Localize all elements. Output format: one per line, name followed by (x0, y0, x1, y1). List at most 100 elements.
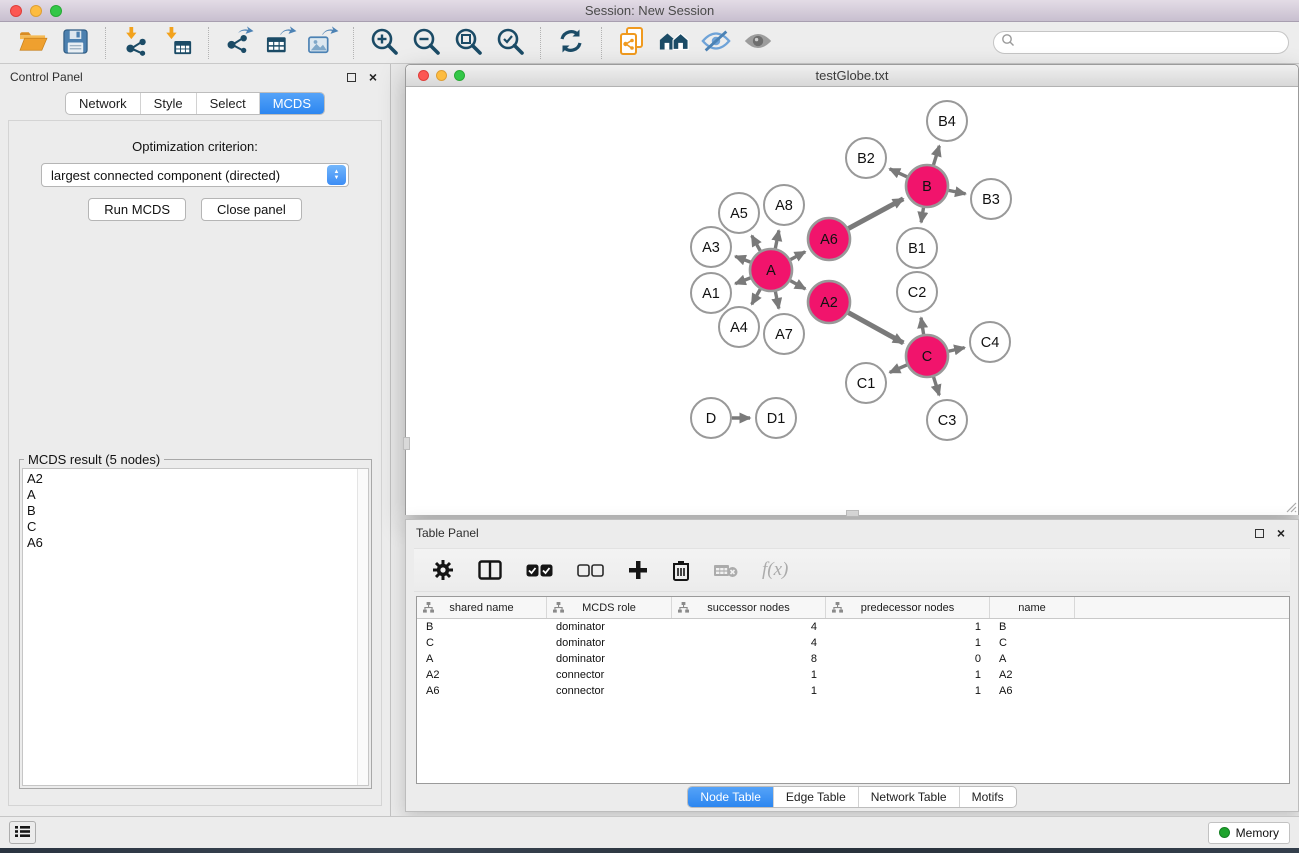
result-item[interactable]: A2 (27, 471, 368, 487)
refresh-layout-button[interactable] (550, 24, 592, 62)
edge-A-A5[interactable] (752, 236, 761, 251)
result-item[interactable]: A (27, 487, 368, 503)
add-column-icon[interactable] (628, 560, 648, 580)
mcds-result-list[interactable]: A2ABCA6 (22, 468, 369, 786)
table-row[interactable]: Cdominator41C (417, 635, 1289, 651)
node-C2[interactable]: C2 (897, 272, 937, 312)
import-table-button[interactable] (157, 24, 199, 62)
column-header-shared-name[interactable]: shared name (417, 597, 547, 618)
resize-handle-icon[interactable] (1283, 499, 1297, 513)
edge-A2-C[interactable] (848, 313, 903, 343)
close-panel-icon[interactable]: × (366, 70, 380, 84)
edge-A-A6[interactable] (790, 252, 805, 260)
tab-style[interactable]: Style (141, 93, 197, 114)
run-mcds-button[interactable]: Run MCDS (88, 198, 186, 221)
node-B4[interactable]: B4 (927, 101, 967, 141)
deselect-all-icon[interactable] (577, 564, 604, 577)
node-A7[interactable]: A7 (764, 314, 804, 354)
settings-gear-icon[interactable] (432, 559, 454, 581)
minimize-network-icon[interactable] (436, 70, 447, 81)
float-table-panel-icon[interactable] (1252, 526, 1266, 540)
edge-C-C3[interactable] (934, 377, 940, 395)
edge-B-B1[interactable] (921, 208, 923, 223)
close-table-panel-icon[interactable]: × (1274, 526, 1288, 540)
table-row[interactable]: A2connector11A2 (417, 667, 1289, 683)
edge-A-A1[interactable] (735, 278, 750, 284)
export-network-button[interactable] (218, 24, 260, 62)
edge-A-A7[interactable] (775, 292, 778, 309)
node-B[interactable]: B (906, 165, 948, 207)
node-A[interactable]: A (750, 249, 792, 291)
tab-select[interactable]: Select (197, 93, 260, 114)
network-graph[interactable]: B4B2BB3A5A8A6B1A3AA1C2A2A4A7C4CC1C3DD1 (406, 88, 1298, 515)
close-network-icon[interactable] (418, 70, 429, 81)
minimize-window-icon[interactable] (30, 5, 42, 17)
column-header-name[interactable]: name (990, 597, 1075, 618)
tab-network[interactable]: Network (66, 93, 141, 114)
search-box[interactable] (993, 31, 1289, 54)
node-D1[interactable]: D1 (756, 398, 796, 438)
node-C3[interactable]: C3 (927, 400, 967, 440)
node-table[interactable]: shared nameMCDS rolesuccessor nodesprede… (416, 596, 1290, 784)
delete-column-icon[interactable] (672, 560, 690, 581)
zoom-in-button[interactable] (363, 24, 405, 62)
node-A5[interactable]: A5 (719, 193, 759, 233)
task-history-button[interactable] (9, 821, 36, 844)
birdseye-mark-left[interactable] (403, 437, 410, 450)
edge-A-A8[interactable] (775, 230, 779, 248)
float-panel-icon[interactable] (344, 70, 358, 84)
edge-B-B4[interactable] (933, 146, 939, 165)
zoom-network-icon[interactable] (454, 70, 465, 81)
memory-button[interactable]: Memory (1208, 822, 1290, 844)
node-C4[interactable]: C4 (970, 322, 1010, 362)
home-network-button[interactable] (653, 24, 695, 62)
select-all-icon[interactable] (526, 564, 553, 577)
result-item[interactable]: C (27, 519, 368, 535)
close-panel-button[interactable]: Close panel (201, 198, 302, 221)
search-input[interactable] (1015, 36, 1281, 50)
node-A2[interactable]: A2 (808, 281, 850, 323)
node-A1[interactable]: A1 (691, 273, 731, 313)
zoom-window-icon[interactable] (50, 5, 62, 17)
node-C[interactable]: C (906, 335, 948, 377)
node-A8[interactable]: A8 (764, 185, 804, 225)
zoom-fit-button[interactable] (447, 24, 489, 62)
edge-A-A2[interactable] (790, 281, 805, 289)
edge-B-B2[interactable] (890, 169, 907, 177)
hide-selected-button[interactable] (695, 24, 737, 62)
tab-edge-table[interactable]: Edge Table (774, 787, 859, 807)
node-B2[interactable]: B2 (846, 138, 886, 178)
edge-B-B3[interactable] (949, 190, 966, 193)
column-header-mcds-role[interactable]: MCDS role (547, 597, 672, 618)
table-row[interactable]: Bdominator41B (417, 619, 1289, 635)
column-header-predecessor-nodes[interactable]: predecessor nodes (826, 597, 990, 618)
result-item[interactable]: A6 (27, 535, 368, 551)
network-canvas[interactable]: B4B2BB3A5A8A6B1A3AA1C2A2A4A7C4CC1C3DD1 (406, 88, 1298, 515)
tab-motifs[interactable]: Motifs (960, 787, 1016, 807)
column-view-icon[interactable] (478, 560, 502, 580)
export-image-button[interactable] (302, 24, 344, 62)
node-A4[interactable]: A4 (719, 307, 759, 347)
node-A6[interactable]: A6 (808, 218, 850, 260)
column-header-successor-nodes[interactable]: successor nodes (672, 597, 826, 618)
edge-A-A4[interactable] (752, 289, 761, 304)
node-A3[interactable]: A3 (691, 227, 731, 267)
delete-table-icon[interactable] (714, 563, 738, 578)
import-network-button[interactable] (115, 24, 157, 62)
save-session-button[interactable] (54, 24, 96, 62)
node-B3[interactable]: B3 (971, 179, 1011, 219)
tab-node-table[interactable]: Node Table (688, 787, 774, 807)
open-session-button[interactable] (12, 24, 54, 62)
zoom-out-button[interactable] (405, 24, 447, 62)
edge-C-C1[interactable] (890, 365, 907, 373)
node-D[interactable]: D (691, 398, 731, 438)
function-builder-icon[interactable]: f(x) (762, 559, 788, 581)
table-row[interactable]: A6connector11A6 (417, 683, 1289, 699)
node-B1[interactable]: B1 (897, 228, 937, 268)
result-item[interactable]: B (27, 503, 368, 519)
optimization-dropdown[interactable]: largest connected component (directed) ▲… (41, 163, 349, 187)
table-row[interactable]: Adominator80A (417, 651, 1289, 667)
export-table-button[interactable] (260, 24, 302, 62)
copy-network-button[interactable] (611, 24, 653, 62)
birdseye-mark-bottom[interactable] (846, 510, 859, 517)
